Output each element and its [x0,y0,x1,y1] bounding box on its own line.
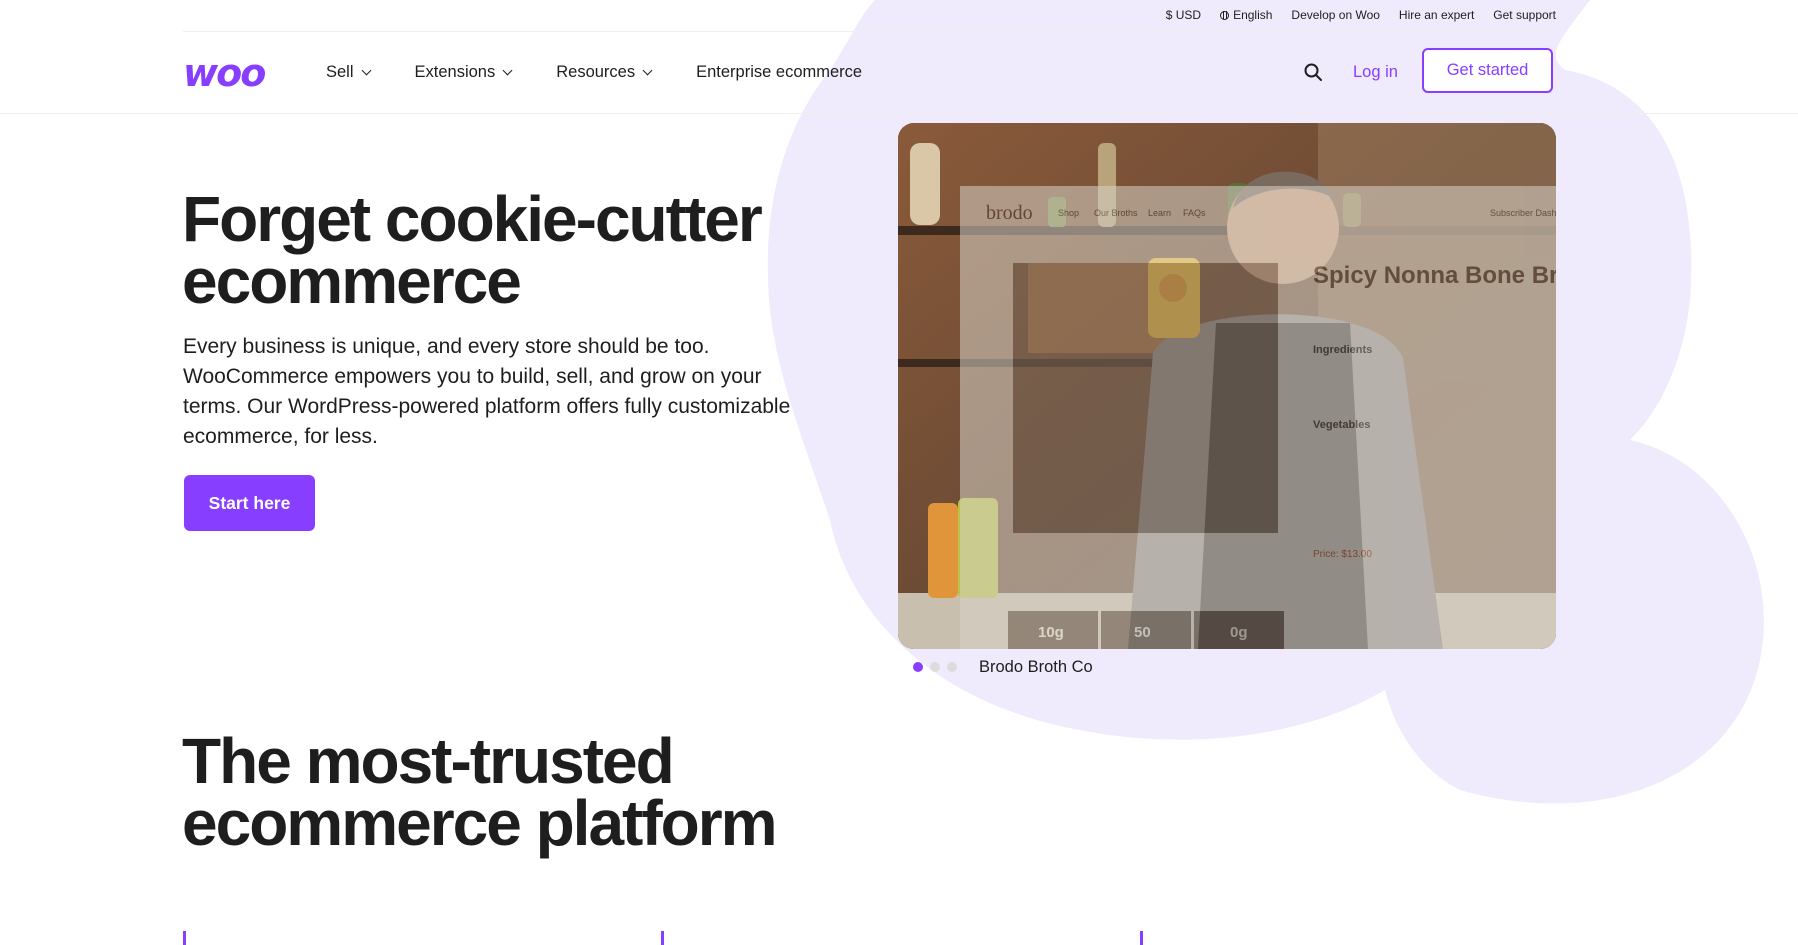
carousel-dot[interactable] [947,662,957,672]
store-nav-item: Shop [1058,208,1079,218]
hero-title: Forget cookie-cutter ecommerce [182,183,763,317]
showcase-caption: Brodo Broth Co [979,658,1093,676]
chevron-down-icon [642,65,653,76]
store-showcase-image: brodo Shop Our Broths Learn FAQs Subscri… [898,123,1556,649]
feature-divider [661,931,664,945]
utility-bar: $ USD English Develop on Woo Hire an exp… [183,0,1556,32]
nutrition-value: 0g [1230,624,1248,641]
login-link[interactable]: Log in [1353,63,1398,82]
language-selector[interactable]: English [1220,8,1272,22]
nav-item-label: Resources [556,63,636,81]
nav-item-label: Sell [326,63,354,81]
get-started-button[interactable]: Get started [1422,48,1553,93]
hero-description: Every business is unique, and every stor… [183,335,791,448]
language-label: English [1233,8,1273,22]
get-support-link[interactable]: Get support [1493,8,1556,22]
product-title: Spicy Nonna Bone Broth (8oz Cup) [1313,262,1556,289]
nav-item-label: Enterprise ecommerce [696,63,863,81]
nav-item-sell[interactable]: Sell [326,63,371,82]
chevron-down-icon [361,65,371,76]
main-navigation: woo Sell Extensions Resources Enterprise… [0,31,1798,114]
currency-label: $ USD [1165,8,1202,22]
section-title: The most-trusted ecommerce platform [182,725,778,859]
store-nav-item: FAQs [1183,208,1206,218]
globe-icon [1220,10,1230,20]
utility-links: $ USD English Develop on Woo Hire an exp… [1166,8,1556,22]
ingredients-label: Ingredients [1313,344,1372,356]
carousel-dot[interactable] [913,662,923,672]
hire-expert-link[interactable]: Hire an expert [1399,8,1474,22]
vegetables-label: Vegetables [1313,419,1370,431]
feature-divider [183,931,186,945]
nutrition-value: 10g [1038,624,1064,641]
woo-logo[interactable]: woo [183,54,266,92]
store-nav-item: Learn [1148,208,1171,218]
store-account-link: Subscriber Dash [1490,208,1556,218]
carousel-dot[interactable] [930,662,940,672]
nav-item-label: Extensions [414,63,496,81]
start-here-button[interactable]: Start here [184,475,315,531]
nav-item-extensions[interactable]: Extensions [414,63,513,82]
nav-menu: Sell Extensions Resources Enterprise eco… [326,63,907,82]
chevron-down-icon [502,65,513,76]
price-label: Price: $13.00 [1313,549,1372,560]
feature-divider [1140,931,1143,945]
store-logo: brodo [986,202,1033,224]
nav-item-resources[interactable]: Resources [556,63,653,82]
develop-link[interactable]: Develop on Woo [1291,8,1380,22]
store-nav-item: Our Broths [1094,208,1138,218]
shop-photo-illustration: brodo Shop Our Broths Learn FAQs Subscri… [898,123,1556,649]
nutrition-value: 50 [1134,624,1151,641]
nav-item-enterprise[interactable]: Enterprise ecommerce [696,63,862,82]
carousel-dots [913,662,957,672]
currency-selector[interactable]: $ USD [1166,8,1201,22]
search-icon[interactable] [1303,62,1323,82]
